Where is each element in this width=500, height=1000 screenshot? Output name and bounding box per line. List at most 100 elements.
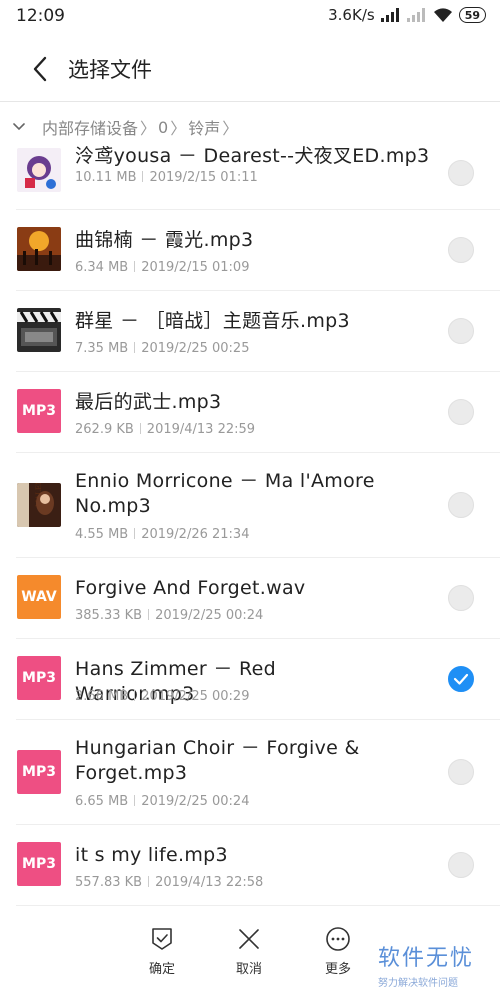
wav-file-icon: WAV (17, 575, 61, 619)
meta-separator (148, 609, 150, 620)
status-bar: 12:09 3.6K/s 59 (0, 0, 500, 32)
row-divider (16, 905, 500, 906)
chevron-down-icon[interactable] (12, 120, 26, 134)
file-size: 2.66 MB (75, 689, 129, 704)
list-item[interactable]: MP3 Hungarian Choir － Forgive & Forget.m… (0, 720, 500, 825)
file-name: 泠鸢yousa － Dearest--犬夜叉ED.mp3 (75, 146, 430, 167)
list-item[interactable]: MALENA Ennio Morricone － Ma l'Amore No.m… (0, 453, 500, 558)
file-date: 2019/2/15 01:11 (149, 170, 258, 185)
meta-separator (139, 423, 141, 434)
breadcrumb-root[interactable]: 内部存储设备 (42, 115, 138, 139)
wifi-icon (433, 7, 452, 22)
list-item[interactable]: MP3 Hans Zimmer － Red Warrior.mp3 2.66 M… (0, 639, 500, 720)
select-checkbox[interactable] (448, 399, 474, 425)
list-item[interactable]: 泠鸢yousa － Dearest--犬夜叉ED.mp3 10.11 MB 201… (0, 146, 500, 210)
select-checkbox[interactable] (448, 318, 474, 344)
file-date: 2019/4/13 22:59 (146, 422, 256, 437)
list-item[interactable]: MP3 it s my life.mp3 557.83 KB 2019/4/13 … (0, 825, 500, 906)
confirm-button[interactable]: 确定 (132, 926, 192, 977)
list-item[interactable]: WAV Forgive And Forget.wav 385.33 KB 2019… (0, 558, 500, 639)
close-icon (239, 929, 259, 949)
select-checkbox[interactable] (448, 759, 474, 785)
file-name: 曲锦楠 － 霞光.mp3 (75, 229, 254, 251)
file-size: 6.34 MB (75, 260, 129, 275)
file-size: 6.65 MB (75, 794, 129, 809)
watermark-title: 软件无忧 (378, 946, 475, 971)
breadcrumb-level1[interactable]: 0 (158, 118, 168, 137)
page-title: 选择文件 (68, 58, 152, 82)
list-item[interactable]: 曲锦楠 － 霞光.mp3 6.34 MB 2019/2/15 01:09 (0, 210, 500, 291)
file-name: Hungarian Choir － Forgive & Forget.mp3 (75, 737, 360, 784)
checkmark-icon (453, 673, 469, 685)
file-date: 2019/2/25 00:29 (141, 689, 250, 704)
meta-separator (134, 690, 136, 701)
status-icons: 3.6K/s 59 (328, 6, 486, 24)
breadcrumb-level2[interactable]: 铃声 (188, 115, 220, 139)
file-size: 557.83 KB (75, 875, 143, 890)
file-meta: 557.83 KB 2019/4/13 22:58 (75, 875, 263, 890)
select-checkbox[interactable] (448, 585, 474, 611)
meta-separator (134, 261, 136, 272)
shield-check-icon (152, 928, 172, 950)
album-art-thumbnail (17, 227, 61, 271)
breadcrumb: 内部存储设备 〉 0 〉 铃声 〉 (0, 102, 500, 152)
back-icon[interactable] (24, 52, 58, 86)
select-checkbox[interactable] (448, 160, 474, 186)
cancel-button[interactable]: 取消 (219, 926, 279, 977)
file-meta: 385.33 KB 2019/2/25 00:24 (75, 608, 263, 623)
signal-icon-2 (406, 8, 425, 22)
file-meta: 7.35 MB 2019/2/25 00:25 (75, 341, 249, 356)
select-checkbox[interactable] (448, 492, 474, 518)
album-art-thumbnail: MALENA (17, 483, 61, 527)
file-name: 最后的武士.mp3 (75, 391, 222, 413)
file-meta: 262.9 KB 2019/4/13 22:59 (75, 422, 255, 437)
album-art-thumbnail (17, 308, 61, 352)
status-time: 12:09 (16, 6, 65, 26)
list-item[interactable]: MP3 最后的武士.mp3 262.9 KB 2019/4/13 22:59 (0, 372, 500, 453)
file-size: 4.55 MB (75, 527, 129, 542)
file-size: 7.35 MB (75, 341, 129, 356)
signal-icon (380, 8, 399, 22)
list-item[interactable]: 群星 － ［暗战］主题音乐.mp3 7.35 MB 2019/2/25 00:25 (0, 291, 500, 372)
select-checkbox[interactable] (448, 852, 474, 878)
meta-separator (148, 876, 150, 887)
mp3-file-icon: MP3 (17, 842, 61, 886)
network-speed: 3.6K/s (328, 6, 375, 24)
meta-separator (134, 528, 136, 539)
file-name: Ennio Morricone － Ma l'Amore No.mp3 (75, 470, 375, 517)
file-list: 泠鸢yousa － Dearest--犬夜叉ED.mp3 10.11 MB 201… (0, 146, 500, 906)
select-checkbox[interactable] (448, 237, 474, 263)
header: 选择文件 (0, 40, 500, 98)
meta-separator (134, 342, 136, 353)
file-meta: 6.65 MB 2019/2/25 00:24 (75, 794, 249, 809)
file-size: 10.11 MB (75, 170, 137, 185)
file-date: 2019/2/26 21:34 (141, 527, 250, 542)
confirm-label: 确定 (148, 962, 175, 977)
mp3-file-icon: MP3 (17, 389, 61, 433)
file-date: 2019/2/25 00:25 (141, 341, 250, 356)
watermark-subtitle: 努力解决软件问题 (378, 978, 458, 989)
file-size: 385.33 KB (75, 608, 143, 623)
file-date: 2019/2/25 00:24 (155, 608, 264, 623)
file-name: 群星 － ［暗战］主题音乐.mp3 (75, 310, 350, 332)
more-button[interactable]: 更多 (308, 926, 368, 977)
chevron-right-icon: 〉 (170, 119, 187, 138)
chevron-right-icon: 〉 (222, 119, 239, 138)
file-name: it s my life.mp3 (75, 844, 228, 866)
file-meta: 6.34 MB 2019/2/15 01:09 (75, 260, 249, 275)
mp3-file-icon: MP3 (17, 750, 61, 794)
more-icon (326, 927, 350, 951)
file-name: Forgive And Forget.wav (75, 577, 306, 599)
file-meta: 10.11 MB 2019/2/15 01:11 (75, 170, 258, 185)
file-meta: 4.55 MB 2019/2/26 21:34 (75, 527, 249, 542)
chevron-right-icon: 〉 (140, 119, 157, 138)
file-date: 2019/4/13 22:58 (155, 875, 264, 890)
file-date: 2019/2/25 00:24 (141, 794, 250, 809)
file-date: 2019/2/15 01:09 (141, 260, 250, 275)
meta-separator (142, 171, 144, 182)
select-checkbox-checked[interactable] (448, 666, 474, 692)
battery-icon: 59 (458, 7, 486, 23)
file-meta: 2.66 MB 2019/2/25 00:29 (75, 689, 249, 704)
cancel-label: 取消 (235, 962, 262, 977)
watermark: 软件无忧 努力解决软件问题 (378, 940, 498, 989)
